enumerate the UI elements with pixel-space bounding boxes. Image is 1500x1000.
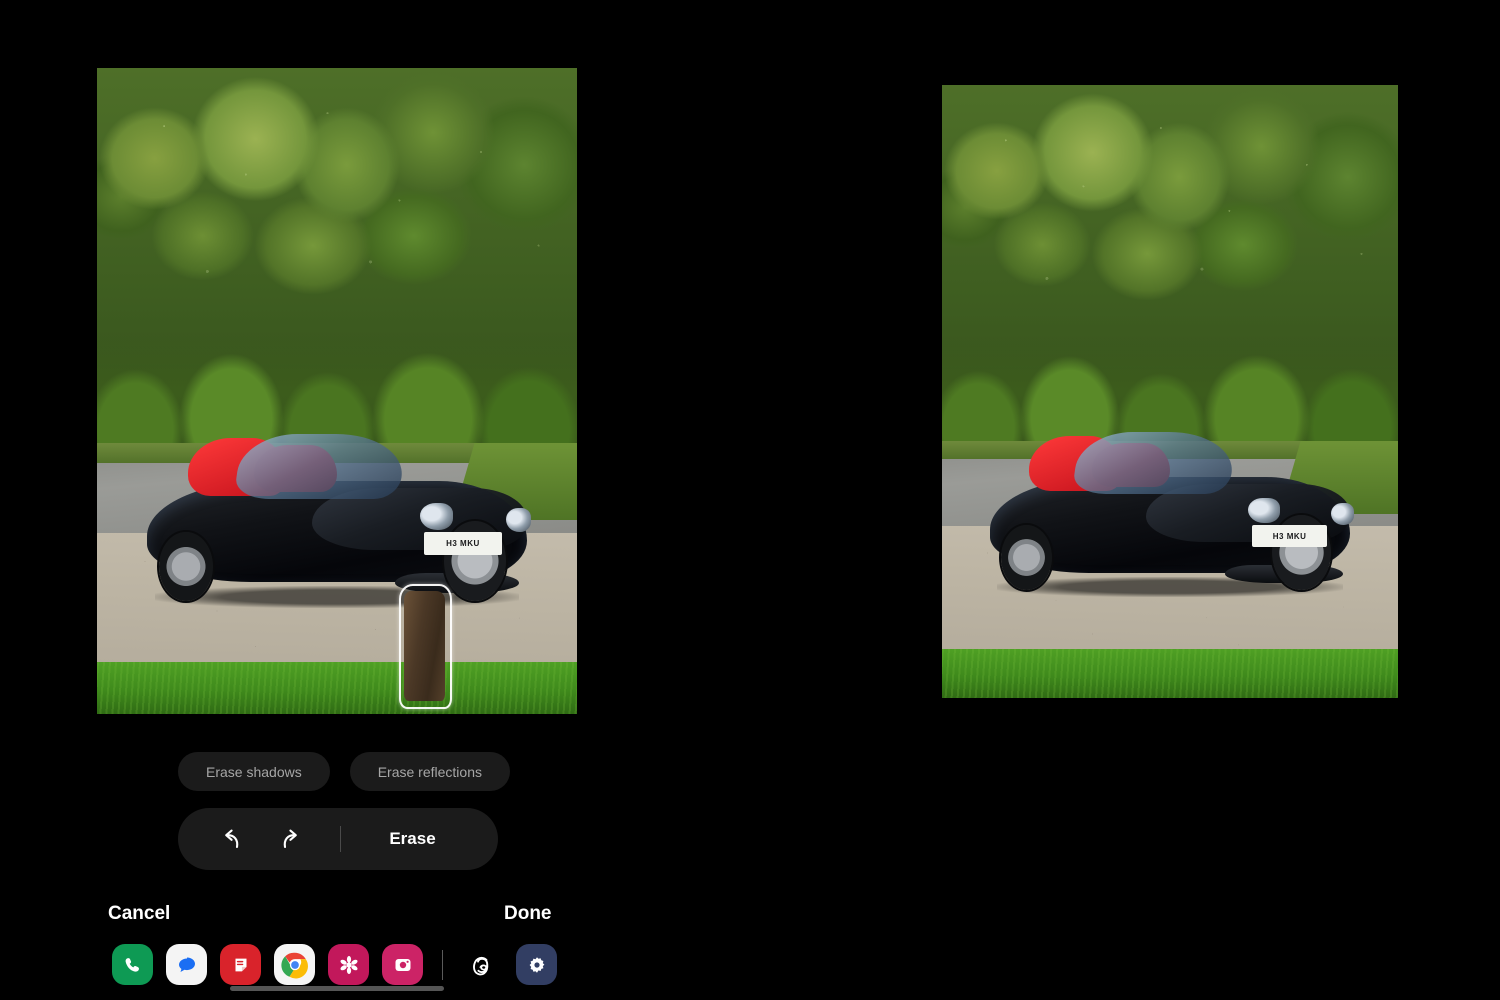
action-bar-before: Erase: [178, 808, 498, 870]
photo-canvas-before[interactable]: H3 MKU: [97, 68, 577, 714]
panel-before-erase: H3 MKU Erase shadows Erase reflections E…: [0, 0, 760, 1000]
photo-canvas-after[interactable]: H3 MKU: [942, 85, 1398, 698]
car-subject: H3 MKU: [131, 423, 544, 608]
messages-icon[interactable]: [166, 944, 207, 985]
car-headlight-left: [1248, 497, 1280, 524]
car-wheel-rear: [159, 531, 214, 601]
car-windshield: [233, 434, 408, 500]
samsung-notes-icon[interactable]: [220, 944, 261, 985]
grass-region: [942, 648, 1398, 698]
taskbar-divider: [442, 949, 443, 980]
erase-button[interactable]: Erase: [341, 829, 498, 849]
car-headlight-right: [1330, 502, 1355, 526]
license-plate: H3 MKU: [1252, 525, 1327, 548]
undo-icon[interactable]: [206, 819, 258, 859]
chrome-icon[interactable]: [274, 944, 315, 985]
car-headlight-left: [419, 502, 453, 530]
cancel-button[interactable]: Cancel: [108, 903, 170, 925]
instagram-icon[interactable]: [382, 944, 423, 985]
settings-icon[interactable]: [516, 944, 557, 985]
erase-shadows-chip[interactable]: Erase shadows: [178, 752, 330, 791]
threads-icon[interactable]: [462, 944, 503, 985]
car-headlight-right: [506, 508, 532, 532]
phone-icon[interactable]: [112, 944, 153, 985]
redo-icon[interactable]: [264, 819, 316, 859]
license-plate: H3 MKU: [423, 531, 503, 556]
tree-stump-object[interactable]: [404, 591, 445, 702]
done-button[interactable]: Done: [504, 903, 552, 925]
erase-reflections-chip[interactable]: Erase reflections: [349, 752, 510, 791]
screen-root: H3 MKU Erase shadows Erase reflections E…: [0, 0, 1500, 1000]
car-windshield: [1071, 432, 1238, 495]
home-indicator[interactable]: [230, 986, 444, 991]
car-subject: H3 MKU: [974, 422, 1366, 598]
taskbar-before: [112, 944, 557, 985]
suggestion-chips-before: Erase shadows Erase reflections: [178, 752, 510, 791]
grass-region: [97, 662, 577, 714]
panel-after-erase: H3 MKU Erase shadows Erase reflections: [760, 0, 1500, 1000]
gallery-icon[interactable]: [328, 944, 369, 985]
